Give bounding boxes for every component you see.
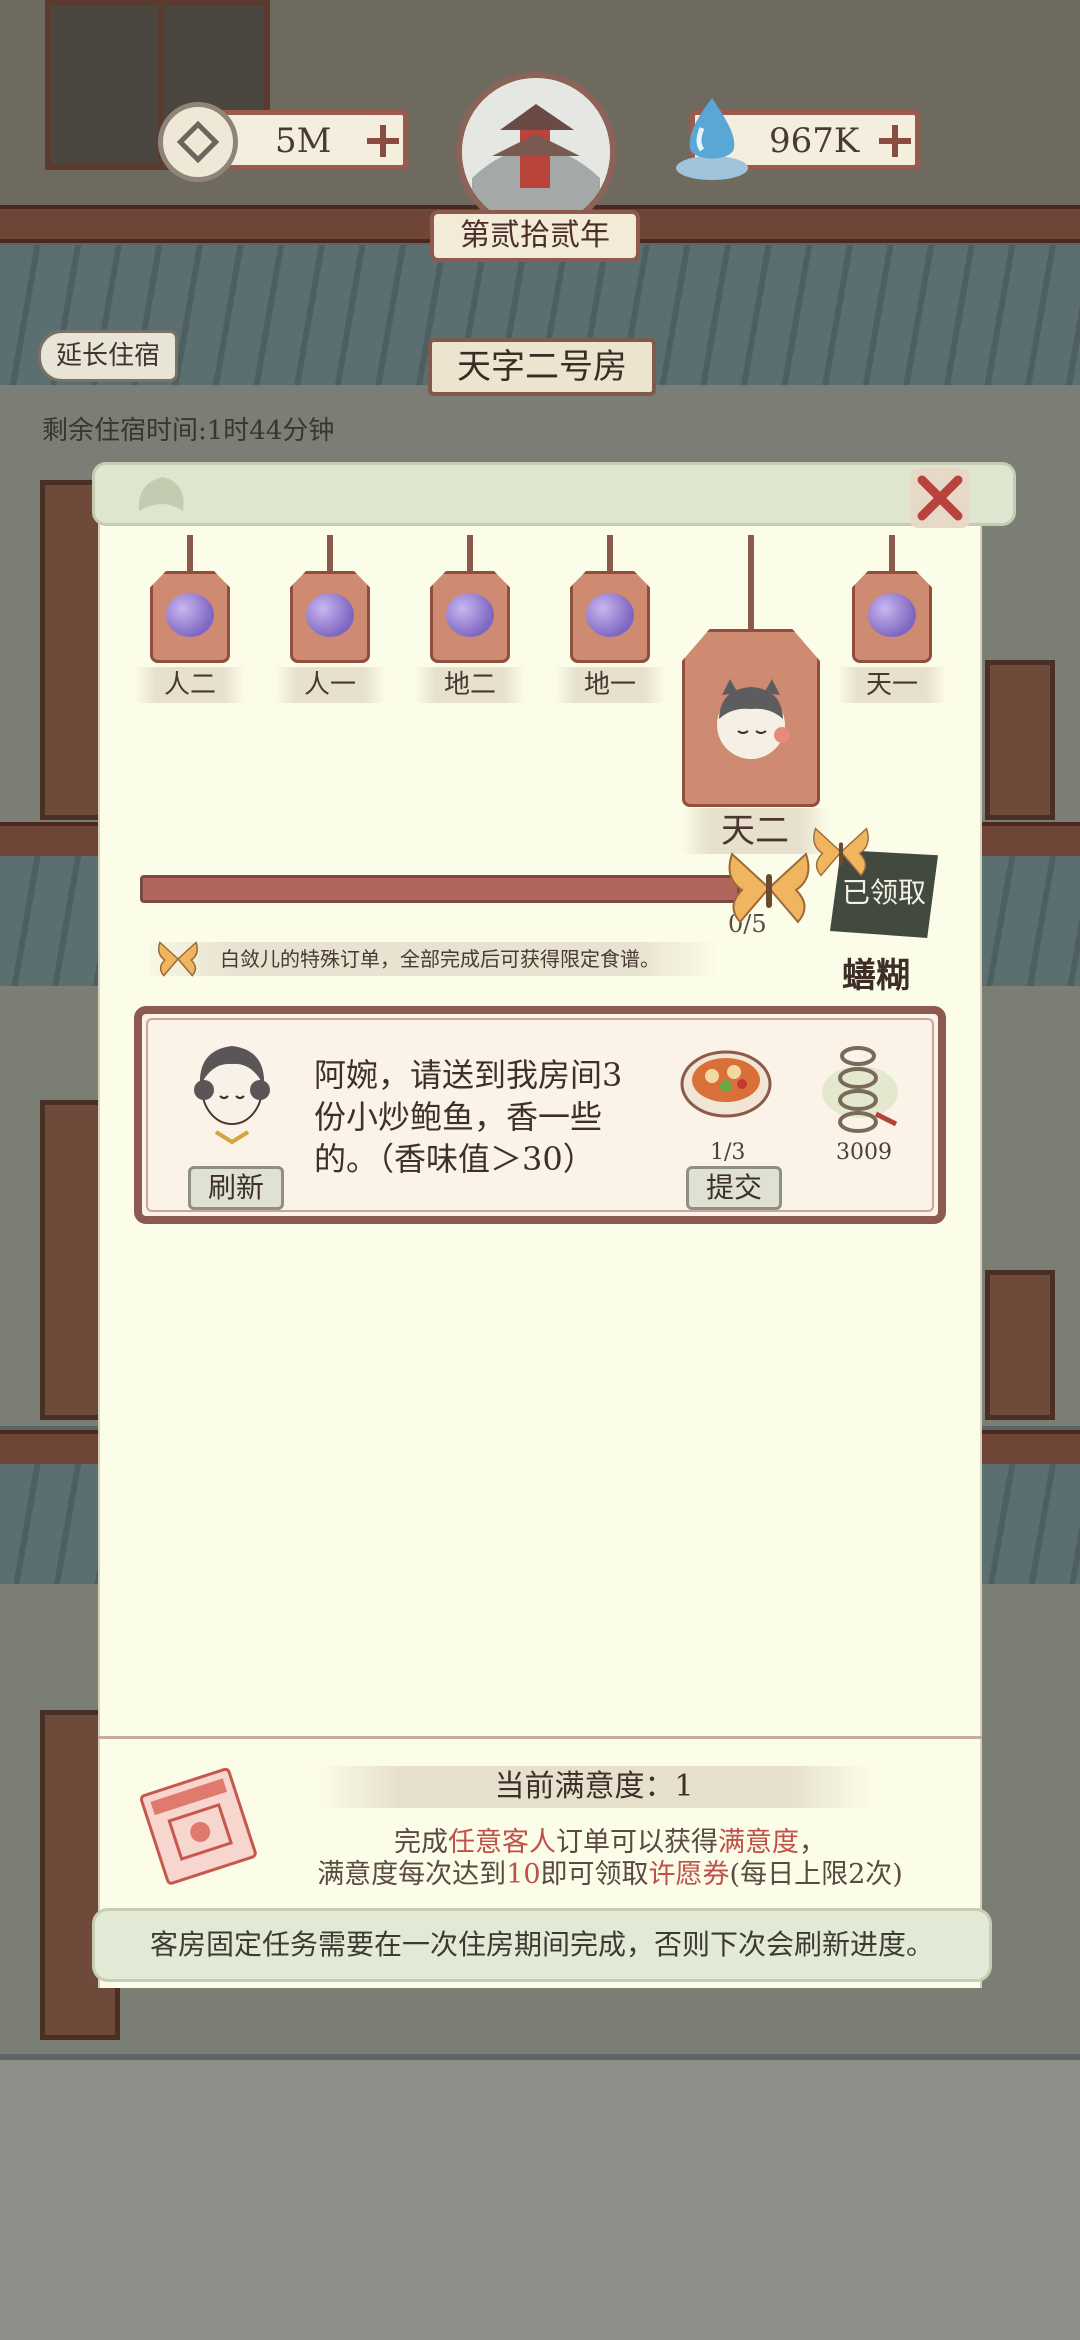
reward-recipe-name: 蟮糊: [842, 956, 910, 996]
fruit-icon: [446, 593, 494, 637]
fruit-icon: [166, 593, 214, 637]
rule-text: (每日上限2次): [729, 1859, 903, 1890]
rule-highlight: 许愿券: [648, 1859, 730, 1890]
rule-text: 即可领取: [540, 1859, 649, 1890]
background-table: [985, 660, 1055, 820]
fruit-icon: [868, 593, 916, 637]
fruit-icon: [586, 593, 634, 637]
butterfly-icon: [813, 827, 869, 877]
tier-tag-label: 人一: [275, 667, 385, 703]
customer-avatar-icon: [194, 1046, 270, 1145]
special-order-notice: 白敛儿的特殊订单，全部完成后可获得限定食谱。: [150, 942, 720, 976]
reward-coins: 3009: [836, 1140, 892, 1165]
tier-tag-label: 天一: [837, 667, 947, 703]
background-floor: [0, 2060, 1080, 2340]
close-icon[interactable]: [908, 466, 972, 530]
satisfaction-title: 当前满意度：1: [316, 1766, 872, 1808]
pavilion-icon: [462, 78, 610, 226]
stir-fried-abalone-icon: [680, 1050, 772, 1118]
year-banner: 第贰拾贰年: [430, 210, 640, 262]
submit-button[interactable]: 提交: [686, 1166, 782, 1210]
background-table: [985, 1270, 1055, 1420]
section-divider: [98, 1736, 982, 1739]
fruit-icon: [306, 593, 354, 637]
customer-portrait-icon: [717, 679, 790, 759]
tier-tag-label: 地二: [415, 667, 525, 703]
footer-note: 客房固定任务需要在一次住房期间完成，否则下次会刷新进度。: [92, 1908, 992, 1982]
coin-icon: [158, 102, 238, 182]
dish-count: 1/3: [710, 1140, 746, 1165]
rule-highlight: 10: [506, 1859, 541, 1890]
extend-stay-button[interactable]: 延长住宿: [38, 330, 178, 382]
rule-text: 满意度每次达到: [317, 1859, 507, 1890]
order-progress-bar: [140, 875, 740, 903]
tier-tag-label: 地一: [555, 667, 665, 703]
satisfaction-rule-2: 满意度每次达到10即可领取许愿券(每日上限2次): [230, 1852, 990, 1891]
panel-header-scroll: [92, 462, 1016, 526]
wishes-value: 967K: [769, 121, 860, 161]
room-title: 天字二号房: [428, 338, 656, 396]
coin-string-icon: [822, 1046, 898, 1133]
remaining-time: 剩余住宿时间:1时44分钟: [42, 416, 335, 446]
refresh-button[interactable]: 刷新: [188, 1166, 284, 1210]
ginkgo-leaf-icon: [138, 477, 184, 511]
water-drop-icon: [676, 98, 748, 180]
plus-icon[interactable]: [363, 121, 403, 161]
butterfly-icon: [158, 941, 198, 977]
notice-text: 白敛儿的特殊订单，全部完成后可获得限定食谱。: [220, 947, 660, 971]
coins-value: 5M: [275, 121, 332, 161]
plus-icon[interactable]: [875, 121, 915, 161]
season-emblem[interactable]: [456, 72, 616, 232]
order-request-text: 阿婉，请送到我房间3份小炒鲍鱼，香一些的。（香味值＞30）: [314, 1056, 623, 1178]
order-card: 阿婉，请送到我房间3份小炒鲍鱼，香一些的。（香味值＞30） 刷新 1/3 提交 …: [134, 1006, 946, 1224]
tier-tag-label: 人二: [135, 667, 245, 703]
butterfly-icon: [728, 852, 810, 924]
